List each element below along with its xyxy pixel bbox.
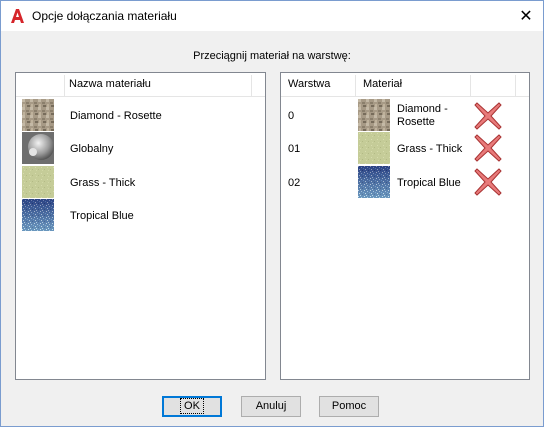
- red-x-delete-icon[interactable]: [473, 167, 503, 197]
- column-separator: [355, 75, 356, 97]
- blue-speckle-texture-swatch: [22, 199, 54, 231]
- list-item[interactable]: Diamond - Rosette: [16, 99, 265, 133]
- table-row[interactable]: 0 Diamond - Rosette: [281, 99, 529, 133]
- instruction-text: Przeciągnij materiał na warstwę:: [193, 50, 351, 62]
- close-icon: ✕: [519, 8, 533, 25]
- layer-name: 01: [288, 143, 301, 155]
- ok-button-label: OK: [180, 398, 204, 414]
- red-x-delete-icon[interactable]: [473, 101, 503, 131]
- material-name: Diamond - Rosette: [70, 110, 162, 122]
- layer-assignment-panel[interactable]: Warstwa Materiał 0 Diamond - Rosette 01 …: [280, 72, 530, 380]
- grass-texture-swatch: [358, 132, 390, 164]
- autocad-a-icon: [11, 9, 24, 23]
- assigned-material-line2: Rosette: [397, 116, 435, 128]
- list-item[interactable]: Grass - Thick: [16, 166, 265, 200]
- ok-button[interactable]: OK: [162, 396, 222, 417]
- materials-list-panel[interactable]: Nazwa materiału Diamond - Rosette Global…: [15, 72, 266, 380]
- assigned-material: Tropical Blue: [397, 177, 461, 189]
- window-title: Opcje dołączania materiału: [32, 9, 177, 23]
- layer-name: 02: [288, 177, 301, 189]
- dialog-window: Opcje dołączania materiału ✕ Przeciągnij…: [0, 0, 544, 427]
- table-row[interactable]: 02 Tropical Blue: [281, 166, 529, 200]
- material-name: Tropical Blue: [70, 210, 134, 222]
- assigned-material-line1: Diamond -: [397, 103, 448, 115]
- title-bar[interactable]: Opcje dołączania materiału ✕: [1, 1, 543, 31]
- material-name: Grass - Thick: [70, 177, 136, 189]
- help-button-label: Pomoc: [331, 400, 367, 412]
- cancel-button-label: Anuluj: [255, 400, 287, 412]
- table-row[interactable]: 01 Grass - Thick: [281, 132, 529, 166]
- assigned-material: Diamond - Rosette: [397, 103, 448, 129]
- column-separator: [470, 75, 471, 97]
- column-header-layer[interactable]: Warstwa: [288, 73, 330, 95]
- column-header-material-name[interactable]: Nazwa materiału: [69, 73, 151, 95]
- red-x-delete-icon[interactable]: [473, 133, 503, 163]
- gray-sphere-swatch: [22, 132, 54, 164]
- material-name: Globalny: [70, 143, 114, 155]
- list-item[interactable]: Tropical Blue: [16, 199, 265, 233]
- cancel-button[interactable]: Anuluj: [241, 396, 301, 417]
- stone-texture-swatch: [358, 99, 390, 131]
- layer-table-header: Warstwa Materiał: [281, 73, 529, 97]
- column-separator: [251, 75, 252, 97]
- grass-texture-swatch: [22, 166, 54, 198]
- column-separator: [515, 75, 516, 97]
- list-item[interactable]: Globalny: [16, 132, 265, 166]
- assigned-material: Grass - Thick: [397, 143, 463, 155]
- close-button[interactable]: ✕: [509, 1, 543, 31]
- materials-list-header: Nazwa materiału: [16, 73, 265, 97]
- column-header-material[interactable]: Materiał: [363, 73, 402, 95]
- help-button[interactable]: Pomoc: [319, 396, 379, 417]
- layer-name: 0: [288, 110, 295, 122]
- column-separator: [64, 75, 65, 97]
- stone-texture-swatch: [22, 99, 54, 131]
- blue-speckle-texture-swatch: [358, 166, 390, 198]
